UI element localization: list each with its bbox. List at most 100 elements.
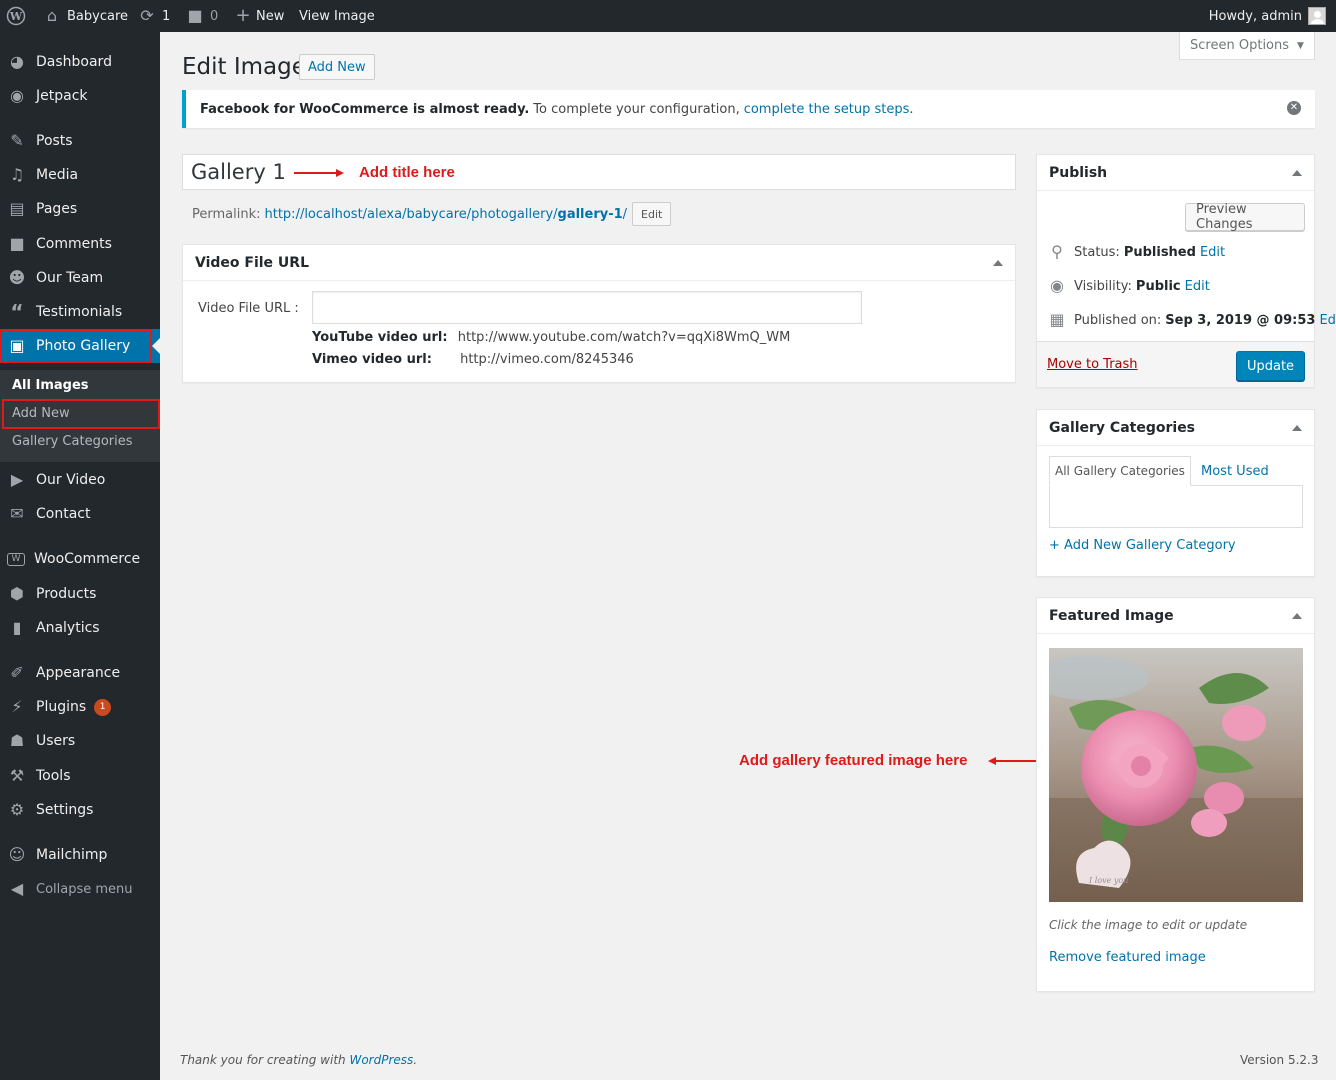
sidebar-item-label: Our Video	[36, 472, 106, 488]
featured-image-box: Featured Image I love you Click the imag…	[1036, 597, 1315, 992]
sidebar-item-settings[interactable]: ⚙ Settings	[0, 793, 160, 827]
update-button[interactable]: Update	[1236, 351, 1305, 381]
sidebar-item-label: Posts	[36, 133, 73, 149]
remove-featured-image-link[interactable]: Remove featured image	[1049, 950, 1206, 965]
video-url-input[interactable]	[312, 291, 862, 324]
collapse-icon: ◀	[10, 879, 24, 898]
quote-icon: “	[10, 300, 24, 324]
sidebar-item-products[interactable]: ⬢ Products	[0, 577, 160, 611]
sidebar-item-contact[interactable]: ✉ Contact	[0, 497, 160, 531]
tab-most-used[interactable]: Most Used	[1196, 456, 1274, 486]
sidebar-item-label: Photo Gallery	[36, 338, 131, 354]
video-box-header[interactable]: Video File URL	[183, 245, 1015, 281]
sidebar-item-label: Media	[36, 167, 79, 183]
sidebar-item-label: Jetpack	[36, 88, 88, 104]
view-image-link[interactable]: View Image	[299, 0, 375, 32]
published-edit-link[interactable]: Edit	[1319, 313, 1336, 328]
sidebar-item-posts[interactable]: ✎ Posts	[0, 124, 160, 158]
submenu-gallery-categories[interactable]: Gallery Categories	[12, 434, 133, 449]
sidebar-item-testimonials[interactable]: “ Testimonials	[0, 295, 160, 329]
visibility-label: Visibility:	[1074, 278, 1132, 294]
visibility-edit-link[interactable]: Edit	[1185, 279, 1210, 294]
status-edit-link[interactable]: Edit	[1200, 245, 1225, 260]
title-value: Gallery 1	[191, 160, 286, 184]
permalink-link[interactable]: http://localhost/alexa/babycare/photogal…	[265, 207, 628, 222]
eye-icon: ◉	[1050, 276, 1064, 295]
visibility-value: Public	[1135, 278, 1181, 294]
screen-options-button[interactable]: Screen Options ▼	[1179, 32, 1315, 60]
screen-options-label: Screen Options	[1190, 38, 1290, 53]
sidebar-item-jetpack[interactable]: ◉ Jetpack	[0, 79, 160, 113]
svg-text:W: W	[9, 10, 23, 23]
notice-setup-link[interactable]: complete the setup steps	[744, 102, 910, 117]
wp-logo-menu[interactable]: W	[6, 0, 31, 32]
sidebar-item-tools[interactable]: ⚒ Tools	[0, 759, 160, 793]
footer-wordpress-link[interactable]: WordPress	[349, 1053, 413, 1067]
sidebar-item-media[interactable]: ♫ Media	[0, 158, 160, 192]
sidebar-item-mailchimp[interactable]: ☺ Mailchimp	[0, 838, 160, 872]
submenu-add-new[interactable]: Add New	[12, 406, 70, 421]
preview-changes-button[interactable]: Preview Changes	[1185, 202, 1305, 232]
comments-link[interactable]: ■ 0	[185, 0, 218, 32]
vimeo-example: http://vimeo.com/8245346	[460, 352, 634, 367]
sidebar-item-label: Mailchimp	[36, 847, 108, 863]
refresh-icon: ⟳	[140, 6, 154, 25]
sidebar-item-users[interactable]: ☗ Users	[0, 724, 160, 758]
categories-heading: Gallery Categories	[1049, 419, 1196, 436]
submenu-all-images[interactable]: All Images	[12, 378, 89, 393]
youtube-label: YouTube video url:	[312, 330, 448, 345]
facebook-notice: Facebook for WooCommerce is almost ready…	[182, 90, 1315, 128]
featured-image-thumbnail[interactable]: I love you	[1049, 648, 1303, 902]
gallery-icon: ▣	[9, 336, 25, 355]
toggle-up-icon[interactable]	[1292, 170, 1302, 176]
sidebar-item-our-team[interactable]: ☻ Our Team	[0, 261, 160, 295]
comment-icon: ■	[187, 6, 203, 25]
caret-down-icon: ▼	[1297, 40, 1304, 51]
featured-header[interactable]: Featured Image	[1037, 598, 1314, 634]
photo-gallery-submenu: All Images Add New Gallery Categories	[0, 370, 160, 462]
add-new-category-link[interactable]: + Add New Gallery Category	[1049, 538, 1236, 553]
site-name-link[interactable]: ⌂ Babycare	[42, 0, 128, 32]
publish-header[interactable]: Publish	[1037, 155, 1314, 191]
site-name: Babycare	[67, 8, 129, 24]
toggle-up-icon[interactable]	[1292, 425, 1302, 431]
permalink-end: /	[622, 206, 628, 222]
permalink-edit-button[interactable]: Edit	[632, 202, 672, 226]
add-new-button[interactable]: Add New	[299, 54, 375, 80]
updates-link[interactable]: ⟳ 1	[137, 0, 170, 32]
permalink-row: Permalink: http://localhost/alexa/babyca…	[192, 202, 672, 226]
sidebar-item-appearance[interactable]: ✐ Appearance	[0, 656, 160, 690]
toggle-up-icon[interactable]	[1292, 613, 1302, 619]
toggle-up-icon[interactable]	[993, 260, 1003, 266]
permalink-base: http://localhost/alexa/babycare/photogal…	[264, 206, 558, 222]
publish-box: Publish Preview Changes ⚲ Status: Publis…	[1036, 154, 1336, 388]
plugin-icon: ⚡	[11, 697, 23, 716]
sidebar-item-label: WooCommerce	[34, 551, 141, 567]
collapse-menu-button[interactable]: ◀ Collapse menu	[0, 872, 160, 906]
sidebar-item-photo-gallery[interactable]: ▣ Photo Gallery	[0, 329, 160, 363]
dismiss-icon[interactable]: ✕	[1287, 101, 1301, 115]
tab-all-categories[interactable]: All Gallery Categories	[1049, 456, 1191, 486]
sidebar-item-woocommerce[interactable]: W WooCommerce	[0, 542, 160, 576]
featured-heading: Featured Image	[1049, 607, 1174, 624]
home-icon: ⌂	[46, 6, 58, 25]
sidebar-item-label: Pages	[36, 201, 78, 217]
new-content-menu[interactable]: + New	[233, 0, 284, 32]
sidebar-item-our-video[interactable]: ▶ Our Video	[0, 463, 160, 497]
sidebar-item-pages[interactable]: ▤ Pages	[0, 192, 160, 226]
sidebar-item-analytics[interactable]: ▮ Analytics	[0, 611, 160, 645]
sidebar-item-comments[interactable]: ■ Comments	[0, 227, 160, 261]
vimeo-label: Vimeo video url:	[312, 352, 432, 367]
publish-actions: Move to Trash Update	[1037, 341, 1314, 387]
plugins-update-badge: 1	[94, 698, 112, 716]
status-label: Status:	[1074, 244, 1120, 260]
sidebar-item-dashboard[interactable]: ◕ Dashboard	[0, 45, 160, 79]
categories-header[interactable]: Gallery Categories	[1037, 410, 1314, 446]
wrench-icon: ⚒	[9, 766, 25, 785]
annotation-arrow-line	[294, 172, 337, 174]
publish-heading: Publish	[1049, 164, 1108, 181]
sidebar-item-label: Our Team	[36, 270, 104, 286]
my-account-menu[interactable]: Howdy, admin	[1209, 0, 1326, 32]
sidebar-item-plugins[interactable]: ⚡ Plugins 1	[0, 690, 160, 724]
move-to-trash-link[interactable]: Move to Trash	[1047, 357, 1138, 372]
